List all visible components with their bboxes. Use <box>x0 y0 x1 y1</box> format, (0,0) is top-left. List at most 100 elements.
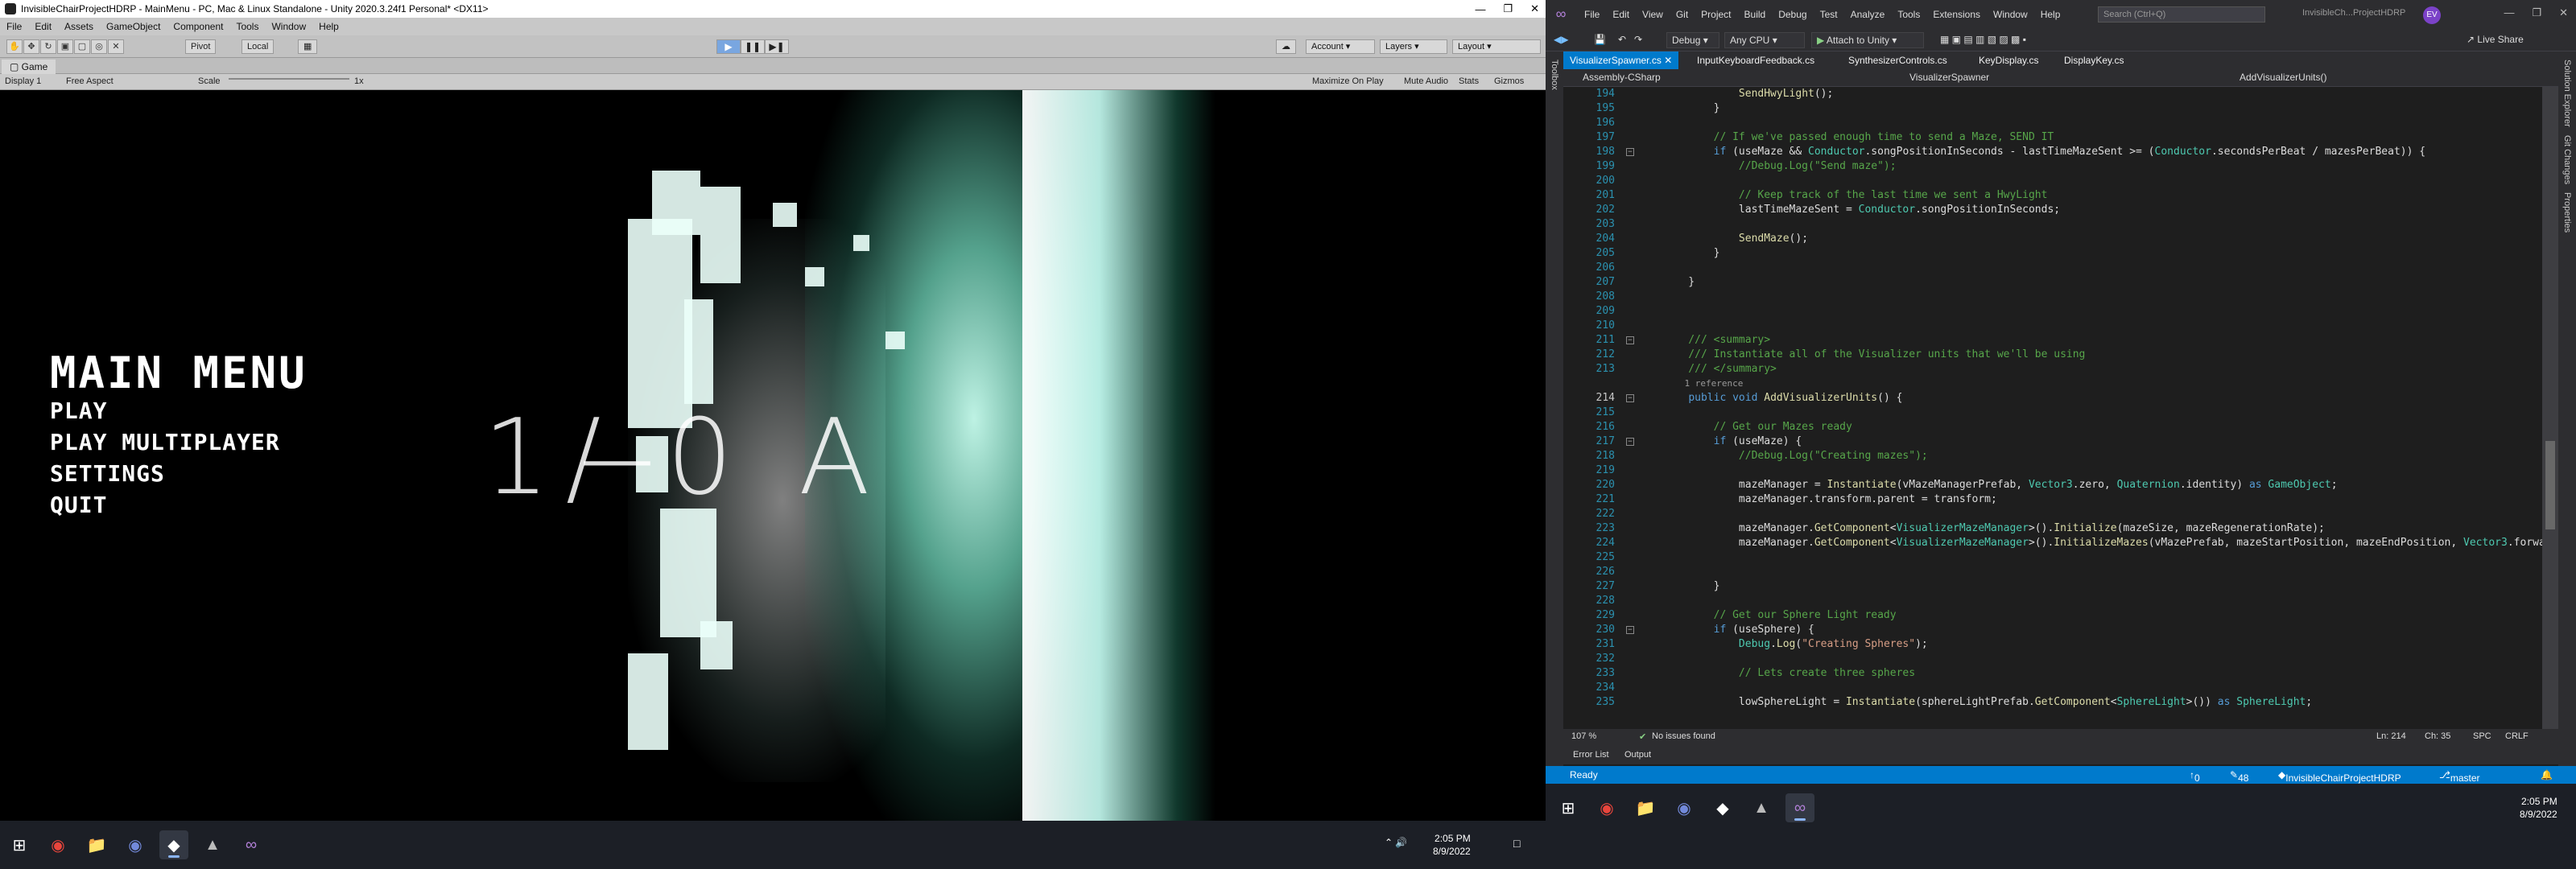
menu-help[interactable]: Help <box>312 21 345 32</box>
issues-status[interactable]: No issues found <box>1652 731 1715 741</box>
file-explorer-icon[interactable]: 📁 <box>82 830 111 859</box>
editor-scrollbar[interactable] <box>2542 87 2558 729</box>
spacing-mode[interactable]: SPC <box>2473 731 2491 741</box>
assembly-dropdown[interactable]: Assembly-CSharp <box>1583 72 1661 83</box>
menu-gameobject[interactable]: GameObject <box>100 21 167 32</box>
avatar[interactable]: EV <box>2423 6 2441 24</box>
chrome-icon[interactable]: ◉ <box>1592 793 1621 822</box>
display-dropdown[interactable]: Display 1 <box>5 76 41 86</box>
branch-name[interactable]: ⎇ master <box>2439 769 2480 784</box>
code-line[interactable]: 1 reference <box>1563 377 2542 391</box>
code-line[interactable]: 198 if (useMaze && Conductor.songPositio… <box>1563 145 2542 159</box>
scrollbar-thumb[interactable] <box>2545 441 2555 529</box>
unity-taskbar-icon[interactable]: ◆ <box>1708 793 1737 822</box>
minimize-icon[interactable]: — <box>2504 6 2514 19</box>
close-icon[interactable]: ✕ <box>1530 2 1539 15</box>
code-line[interactable]: 232 <box>1563 652 2542 666</box>
code-line[interactable]: 233 // Lets create three spheres <box>1563 666 2542 681</box>
vs-menu-edit[interactable]: Edit <box>1606 9 1636 20</box>
fold-toggle-icon[interactable]: − <box>1626 336 1634 344</box>
code-line[interactable]: 228 <box>1563 594 2542 608</box>
menu-file[interactable]: File <box>0 21 28 32</box>
notification-icon[interactable]: □ <box>1513 837 1520 850</box>
cloud-icon[interactable]: ☁ <box>1276 39 1296 54</box>
fold-toggle-icon[interactable]: − <box>1626 148 1634 156</box>
tab-synthesizercontrols[interactable]: SynthesizerControls.cs <box>1842 51 1954 69</box>
scale-slider[interactable] <box>229 78 349 80</box>
code-editor[interactable]: 194 SendHwyLight(); 195 } 196 197 // If we'… <box>1563 87 2542 729</box>
tray-icons[interactable]: ⌃ 🔊 <box>1385 837 1407 848</box>
back-icon[interactable]: ◀▶ <box>1554 34 1568 45</box>
file-explorer-icon[interactable]: 📁 <box>1631 793 1660 822</box>
toolbar-icons[interactable]: ▦ ▣ ▤ ▥ ▧ ▨ ▩ ▪ <box>1940 34 2026 45</box>
maximize-on-play-toggle[interactable]: Maximize On Play <box>1312 76 1384 86</box>
vs-search-input[interactable]: Search (Ctrl+Q) <box>2098 6 2265 23</box>
code-line[interactable]: 197 // If we've passed enough time to se… <box>1563 130 2542 145</box>
hand-tool-icon[interactable]: ✋ <box>6 39 23 54</box>
code-line[interactable]: 200 <box>1563 174 2542 188</box>
code-line[interactable]: 222 <box>1563 507 2542 521</box>
scale-tool-icon[interactable]: ▣ <box>57 39 73 54</box>
play-multiplayer-button[interactable]: PLAY MULTIPLAYER <box>50 429 280 455</box>
vs-menu-analyze[interactable]: Analyze <box>1844 9 1892 20</box>
discord-icon[interactable]: ◉ <box>1670 793 1699 822</box>
settings-button[interactable]: SETTINGS <box>50 460 165 487</box>
gizmos-dropdown[interactable]: Gizmos <box>1494 76 1524 86</box>
game-viewport[interactable]: 1/ ̶0 A MAIN MENU PLAY PLAY MULTIPLAYER … <box>0 90 1546 821</box>
local-toggle[interactable]: Local <box>242 39 275 54</box>
class-dropdown[interactable]: VisualizerSpawner <box>1909 72 1989 83</box>
pivot-toggle[interactable]: Pivot <box>185 39 217 54</box>
close-icon[interactable]: ✕ <box>1664 55 1672 66</box>
code-line[interactable]: 194 SendHwyLight(); <box>1563 87 2542 101</box>
code-line[interactable]: 218 //Debug.Log("Creating mazes"); <box>1563 449 2542 463</box>
code-line[interactable]: 199 //Debug.Log("Send maze"); <box>1563 159 2542 174</box>
vs-menu-help[interactable]: Help <box>2034 9 2067 20</box>
method-dropdown[interactable]: AddVisualizerUnits() <box>2240 72 2327 83</box>
visual-studio-taskbar-icon[interactable]: ∞ <box>237 830 266 859</box>
code-line[interactable]: 209 <box>1563 304 2542 319</box>
game-taskbar-icon[interactable]: ▲ <box>198 830 227 859</box>
fold-toggle-icon[interactable]: − <box>1626 626 1634 634</box>
game-tab[interactable]: ▢ Game <box>2 60 56 74</box>
code-line[interactable]: 201 // Keep track of the last time we se… <box>1563 188 2542 203</box>
line-ending[interactable]: CRLF <box>2505 731 2529 741</box>
live-share-button[interactable]: ↗ Live Share <box>2467 34 2524 45</box>
code-line[interactable]: 227 } <box>1563 579 2542 594</box>
code-line[interactable]: 205 } <box>1563 246 2542 261</box>
tab-displaykey[interactable]: DisplayKey.cs <box>2058 51 2130 69</box>
platform-dropdown[interactable]: Any CPU ▾ <box>1724 32 1805 48</box>
rect-tool-icon[interactable]: ▢ <box>74 39 90 54</box>
code-line[interactable]: 213 /// </summary> <box>1563 362 2542 377</box>
code-line[interactable]: 212 /// Instantiate all of the Visualize… <box>1563 348 2542 362</box>
maximize-icon[interactable]: ❐ <box>1503 2 1513 15</box>
git-changes-tab[interactable]: Git Changes <box>2562 135 2572 184</box>
code-line[interactable]: 226 <box>1563 565 2542 579</box>
game-taskbar-icon[interactable]: ▲ <box>1747 793 1776 822</box>
vs-menu-window[interactable]: Window <box>1987 9 2034 20</box>
attach-to-unity-button[interactable]: ▶ Attach to Unity ▾ <box>1811 32 1924 48</box>
code-line[interactable]: 210 <box>1563 319 2542 333</box>
fold-toggle-icon[interactable]: − <box>1626 394 1634 402</box>
code-line[interactable]: 221 mazeManager.transform.parent = trans… <box>1563 492 2542 507</box>
code-line[interactable]: 223 mazeManager.GetComponent<VisualizerM… <box>1563 521 2542 536</box>
account-dropdown[interactable]: Account ▾ <box>1306 39 1375 54</box>
mute-audio-toggle[interactable]: Mute Audio <box>1404 76 1448 86</box>
vs-menu-debug[interactable]: Debug <box>1772 9 1813 20</box>
layout-dropdown[interactable]: Layout ▾ <box>1452 39 1541 54</box>
unity-taskbar-icon[interactable]: ◆ <box>159 830 188 859</box>
layers-dropdown[interactable]: Layers ▾ <box>1380 39 1447 54</box>
zoom-level[interactable]: 107 % <box>1571 731 1596 741</box>
code-line[interactable]: 195 } <box>1563 101 2542 116</box>
undo-icon[interactable]: ↶ <box>1618 34 1626 45</box>
bell-icon[interactable]: 🔔 <box>2541 769 2553 780</box>
pause-icon[interactable]: ❚❚ <box>741 39 765 54</box>
code-line[interactable]: 229 // Get our Sphere Light ready <box>1563 608 2542 623</box>
config-dropdown[interactable]: Debug ▾ <box>1666 32 1719 48</box>
tab-visualizerspawner[interactable]: VisualizerSpawner.cs ✕ <box>1563 51 1679 69</box>
play-button[interactable]: PLAY <box>50 397 107 424</box>
custom-tool-icon[interactable]: ✕ <box>108 39 124 54</box>
code-line[interactable]: 211 /// <summary> − <box>1563 333 2542 348</box>
transform-tool-icon[interactable]: ◎ <box>91 39 107 54</box>
vs-menu-test[interactable]: Test <box>1814 9 1844 20</box>
step-icon[interactable]: ▶❚ <box>765 39 789 54</box>
